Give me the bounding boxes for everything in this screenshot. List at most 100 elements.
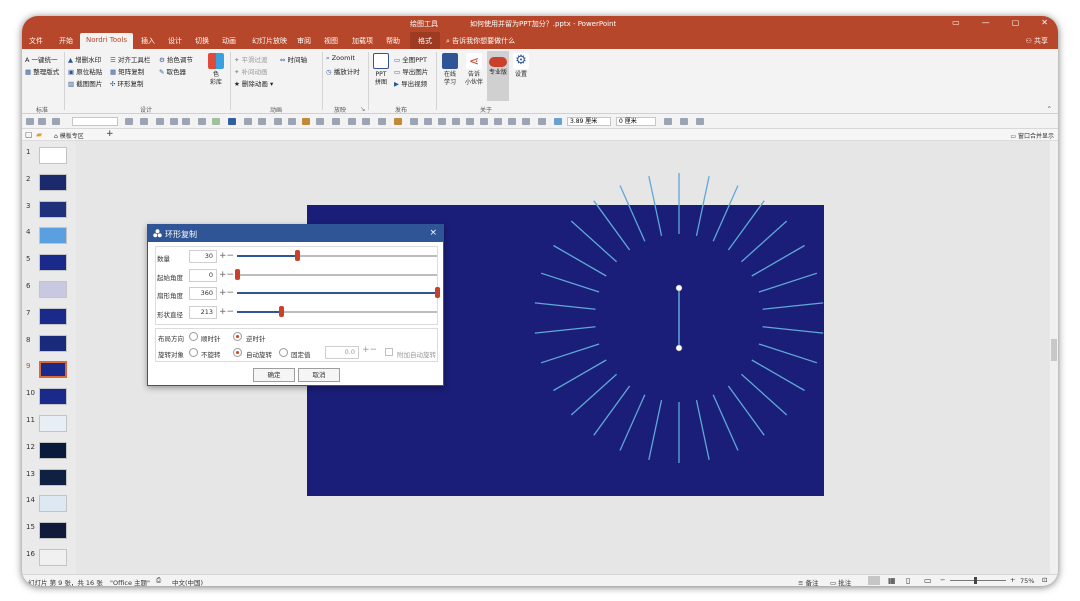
arrange-layout-button[interactable]: ▦ 整理版式 xyxy=(25,66,59,76)
param-stepper[interactable]: +− xyxy=(219,288,234,298)
tab-slideshow[interactable]: 幻灯片放映 xyxy=(252,36,287,46)
pro-version-button[interactable]: 专业版 xyxy=(487,51,509,101)
slide-thumbnail[interactable] xyxy=(39,549,67,566)
shape-height-field[interactable]: 0 厘米 xyxy=(616,117,656,126)
slide-thumbnail[interactable] xyxy=(39,522,67,540)
toolbar-icon[interactable] xyxy=(212,118,220,125)
no-rotate-radio[interactable] xyxy=(189,348,198,357)
slide-thumbnail[interactable] xyxy=(39,173,67,191)
toolbar-icon[interactable] xyxy=(538,118,546,125)
tab-addins[interactable]: 加载项 xyxy=(352,36,373,46)
paste-in-place-button[interactable]: ▣ 原位粘贴 xyxy=(68,66,102,76)
param-slider-knob[interactable] xyxy=(234,268,240,280)
slide-thumbnail[interactable] xyxy=(39,281,67,298)
zoom-in-icon[interactable]: + xyxy=(1010,576,1015,584)
param-slider-knob[interactable] xyxy=(294,250,300,261)
slide-thumbnail[interactable] xyxy=(39,227,67,245)
param-slider[interactable] xyxy=(237,250,437,261)
extra-rotate-checkbox[interactable] xyxy=(385,348,393,356)
minimize-icon[interactable]: — xyxy=(982,18,990,27)
font-name-select[interactable] xyxy=(72,117,118,126)
ring-copy-button[interactable]: ✣ 环形复制 xyxy=(110,78,144,88)
slide-thumbnail[interactable] xyxy=(39,254,67,272)
folder-icon[interactable]: ▰ xyxy=(36,130,42,139)
export-image-button[interactable]: ▭ 导出图片 xyxy=(394,66,428,76)
toolbar-icon[interactable] xyxy=(332,118,340,125)
reading-view-icon[interactable]: ▯ xyxy=(906,576,910,585)
slide-thumbnail[interactable] xyxy=(39,495,67,513)
slide-thumbnail[interactable] xyxy=(39,334,67,352)
add-tab-icon[interactable]: + xyxy=(106,129,114,139)
align-toolbar-button[interactable]: ☰ 对齐工具栏 xyxy=(110,54,150,64)
resize-handle[interactable] xyxy=(675,344,683,352)
merge-window-toggle[interactable]: ▭ 窗口合并显示 xyxy=(1010,131,1054,140)
notes-button[interactable]: ≡ 备注 xyxy=(798,577,819,586)
settings-button[interactable]: ⚙ 设置 xyxy=(511,53,531,79)
play-timer-button[interactable]: ◷ 播放计时 xyxy=(326,66,360,76)
tab-help[interactable]: 帮助 xyxy=(386,36,400,46)
zoomit-button[interactable]: ⌕ ZoomIt xyxy=(326,54,355,63)
language-indicator[interactable]: 中文(中国) xyxy=(172,577,203,586)
new-doc-icon[interactable]: ▢ xyxy=(25,130,33,139)
toolbar-icon[interactable] xyxy=(52,118,60,125)
slide-thumbnail[interactable] xyxy=(39,200,67,218)
toolbar-icon[interactable] xyxy=(182,118,190,125)
toolbar-icon[interactable] xyxy=(348,118,356,125)
param-value-input[interactable]: 360 xyxy=(189,287,217,300)
toolbar-icon[interactable] xyxy=(452,118,460,125)
param-value-input[interactable]: 0 xyxy=(189,268,217,282)
comments-button[interactable]: ▭ 批注 xyxy=(830,577,851,586)
zoom-level[interactable]: 75% xyxy=(1020,577,1034,585)
zoom-slider-knob[interactable] xyxy=(974,577,977,584)
scrollbar-thumb[interactable] xyxy=(1051,339,1057,361)
normal-view-icon[interactable] xyxy=(868,576,880,585)
slide-thumbnail[interactable] xyxy=(39,441,67,459)
toolbar-icon[interactable] xyxy=(38,118,46,125)
slide-thumbnail[interactable] xyxy=(39,388,67,406)
sorter-view-icon[interactable]: ▦ xyxy=(888,576,896,585)
toolbar-icon[interactable] xyxy=(680,118,688,125)
toolbar-icon[interactable] xyxy=(198,118,206,125)
fixed-value-stepper[interactable]: +− xyxy=(362,345,377,355)
toolbar-icon[interactable] xyxy=(466,118,474,125)
toolbar-icon[interactable] xyxy=(522,118,530,125)
tab-transitions[interactable]: 切换 xyxy=(195,36,209,46)
toolbar-icon[interactable] xyxy=(378,118,386,125)
tab-file[interactable]: 文件 xyxy=(29,36,43,46)
param-value-input[interactable]: 30 xyxy=(189,250,217,263)
slide-thumbnail[interactable] xyxy=(39,307,67,325)
full-image-ppt-button[interactable]: ▭ 全图PPT xyxy=(394,54,427,64)
auto-rotate-radio[interactable] xyxy=(233,348,242,357)
tab-format[interactable]: 格式 xyxy=(410,32,440,49)
dialog-launcher-icon[interactable]: ↘ xyxy=(360,105,365,113)
toolbar-icon[interactable] xyxy=(244,118,252,125)
smooth-transition-button[interactable]: ✦ 平滑过渡 xyxy=(234,54,268,64)
share-button[interactable]: ⚇ 共享 xyxy=(1025,36,1048,46)
param-slider-knob[interactable] xyxy=(434,287,440,298)
param-slider[interactable] xyxy=(237,305,437,317)
toolbar-icon[interactable] xyxy=(410,118,418,125)
slideshow-view-icon[interactable]: ▭ xyxy=(924,576,932,585)
param-slider[interactable] xyxy=(237,287,440,298)
param-slider[interactable] xyxy=(234,268,437,280)
slide-thumbnail[interactable] xyxy=(39,147,67,164)
matrix-copy-button[interactable]: ▦ 矩阵复制 xyxy=(110,66,144,76)
vertical-scrollbar[interactable] xyxy=(1050,141,1058,574)
fill-color-icon[interactable] xyxy=(228,118,236,125)
template-tab[interactable]: ⌂ 模板专区 xyxy=(54,131,84,140)
crop-image-button[interactable]: ▨ 截图图片 xyxy=(68,78,102,88)
color-picker-button[interactable]: ✎ 取色器 xyxy=(159,66,186,76)
toolbar-icon[interactable] xyxy=(696,118,704,125)
toolbar-icon[interactable] xyxy=(438,118,446,125)
tab-design[interactable]: 设计 xyxy=(168,36,182,46)
toolbar-icon[interactable] xyxy=(26,118,34,125)
tab-nordri-tools[interactable]: Nordri Tools xyxy=(80,33,134,49)
maximize-icon[interactable]: ▢ xyxy=(1012,18,1020,27)
counterclockwise-radio[interactable] xyxy=(233,332,242,341)
param-value-input[interactable]: 213 xyxy=(189,305,217,319)
toolbar-icon[interactable] xyxy=(424,118,432,125)
toolbar-icon[interactable] xyxy=(125,118,133,125)
tab-review[interactable]: 审阅 xyxy=(297,36,311,46)
toolbar-icon[interactable] xyxy=(494,118,502,125)
param-stepper[interactable]: +− xyxy=(219,270,234,280)
